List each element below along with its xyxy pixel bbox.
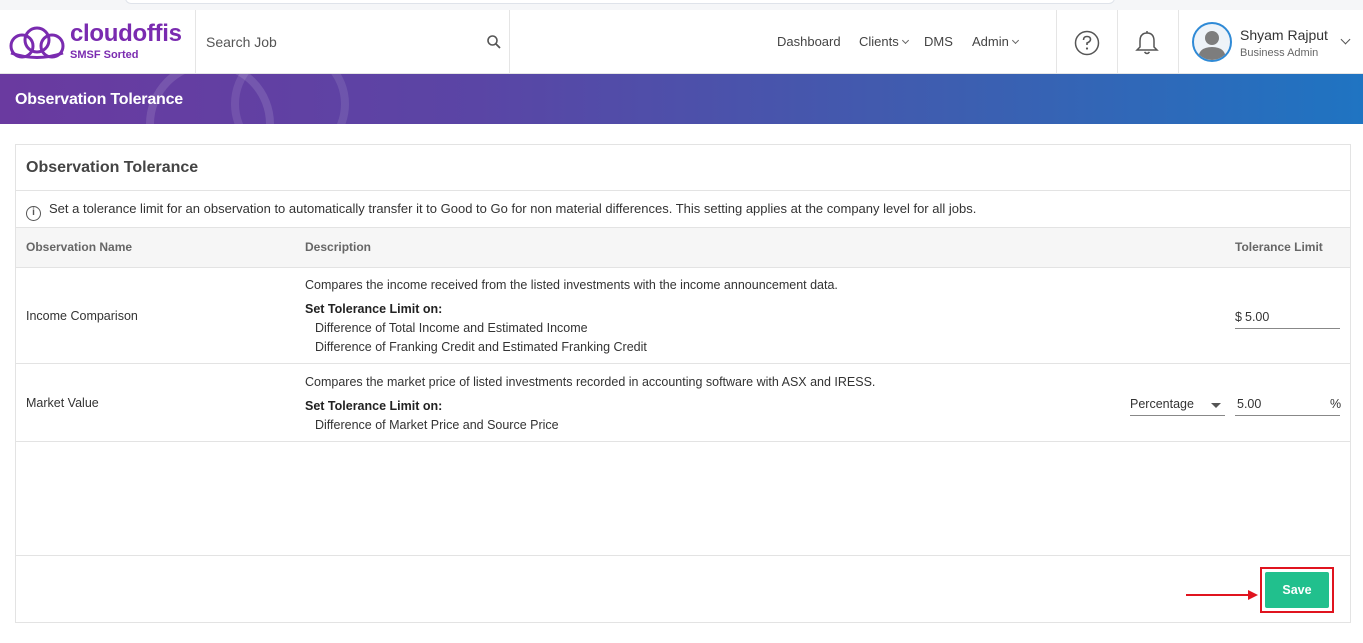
save-highlight: Save [1260, 567, 1334, 613]
percent-suffix: % [1330, 397, 1342, 411]
logo[interactable]: cloudoffis SMSF Sorted [8, 20, 188, 64]
nav-admin[interactable]: Admin [972, 34, 1019, 49]
nav-dashboard[interactable]: Dashboard [777, 34, 841, 49]
card-title: Observation Tolerance [26, 159, 199, 176]
help-button[interactable] [1057, 10, 1117, 74]
tolerance-value: 5.00 [1245, 310, 1270, 324]
select-value: Percentage [1130, 397, 1194, 411]
nav-dms-label: DMS [924, 34, 953, 49]
nav-clients-label: Clients [859, 34, 899, 49]
page-title: Observation Tolerance [15, 91, 184, 108]
save-button[interactable]: Save [1265, 572, 1329, 608]
search-box [196, 10, 509, 74]
limit-item: Difference of Franking Credit and Estima… [315, 340, 647, 354]
page-banner: Observation Tolerance [0, 74, 1363, 124]
divider [1178, 10, 1179, 74]
observation-description: Compares the income received from the li… [305, 278, 838, 292]
income-tolerance-input[interactable]: $ 5.00 [1235, 307, 1340, 329]
info-message: i Set a tolerance limit for an observatio… [26, 201, 976, 221]
help-icon [1074, 30, 1100, 56]
observation-name: Market Value [26, 396, 99, 410]
divider [16, 363, 1350, 364]
search-icon[interactable] [486, 34, 502, 50]
tolerance-card: Observation Tolerance i Set a tolerance l… [15, 144, 1351, 623]
market-tolerance-input[interactable]: 5.00 % [1235, 394, 1342, 416]
app-header: cloudoffis SMSF Sorted Dashboard Clients… [0, 10, 1363, 74]
set-limit-label: Set Tolerance Limit on: [305, 302, 443, 316]
user-role: Business Admin [1240, 47, 1319, 59]
chevron-down-icon [901, 36, 909, 45]
nav-admin-label: Admin [972, 34, 1009, 49]
bell-icon [1135, 31, 1159, 55]
address-bar [125, 0, 1115, 4]
chevron-down-icon[interactable] [1340, 34, 1351, 45]
table-header: Observation Name Description Tolerance L… [16, 227, 1350, 268]
divider [509, 10, 510, 74]
tolerance-type-select[interactable]: Percentage [1130, 394, 1225, 416]
nav-dashboard-label: Dashboard [777, 34, 841, 49]
currency-prefix: $ [1235, 310, 1242, 324]
dropdown-arrow-icon [1211, 403, 1221, 408]
divider [16, 555, 1350, 556]
info-text: Set a tolerance limit for an observation… [49, 201, 977, 216]
logo-name: cloudoffis [70, 20, 182, 47]
avatar [1192, 22, 1232, 62]
limit-item: Difference of Total Income and Estimated… [315, 321, 588, 335]
column-tolerance-limit: Tolerance Limit [1235, 240, 1323, 254]
column-description: Description [305, 240, 372, 254]
observation-name: Income Comparison [26, 309, 138, 323]
chevron-down-icon [1011, 36, 1019, 45]
nav-dms[interactable]: DMS [924, 34, 953, 49]
cloud-logo-icon [9, 26, 65, 59]
logo-tagline: SMSF Sorted [70, 49, 139, 61]
column-observation-name: Observation Name [26, 240, 133, 254]
search-input[interactable] [206, 30, 476, 54]
arrow-right-icon [1186, 590, 1258, 600]
tolerance-value: 5.00 [1237, 397, 1262, 411]
limit-item: Difference of Market Price and Source Pr… [315, 418, 559, 432]
divider [16, 441, 1350, 442]
info-icon: i [26, 206, 41, 221]
notifications-button[interactable] [1117, 10, 1177, 74]
set-limit-label: Set Tolerance Limit on: [305, 399, 443, 413]
divider [16, 190, 1350, 191]
user-avatar-icon [1198, 31, 1226, 60]
browser-top-strip [0, 0, 1363, 10]
nav-clients[interactable]: Clients [859, 34, 909, 49]
observation-description: Compares the market price of listed inve… [305, 375, 876, 389]
user-menu[interactable]: Shyam Rajput Business Admin [1190, 20, 1360, 64]
user-name: Shyam Rajput [1240, 27, 1328, 43]
